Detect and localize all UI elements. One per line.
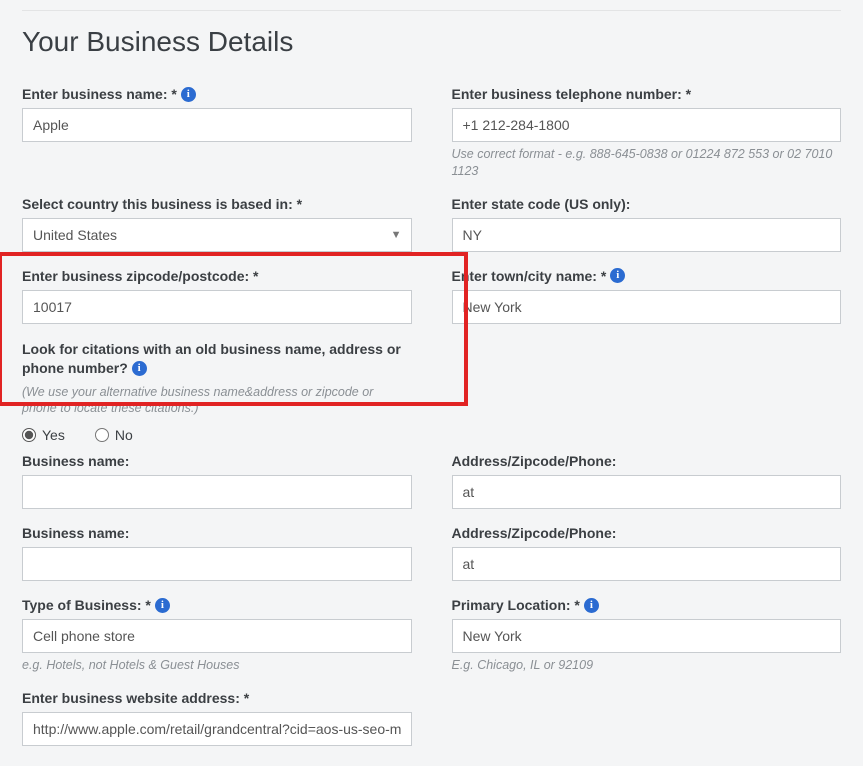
alt-name1-label: Business name: — [22, 453, 412, 469]
website-label: Enter business website address: * — [22, 690, 412, 706]
phone-input[interactable] — [452, 108, 842, 142]
info-icon[interactable]: i — [584, 598, 599, 613]
info-icon[interactable]: i — [610, 268, 625, 283]
citations-hint: (We use your alternative business name&a… — [22, 384, 412, 418]
info-icon[interactable]: i — [155, 598, 170, 613]
divider — [22, 10, 841, 11]
primary-label: Primary Location: * i — [452, 597, 842, 613]
addr2-input[interactable] — [452, 547, 842, 581]
alt-name1-input[interactable] — [22, 475, 412, 509]
type-input[interactable] — [22, 619, 412, 653]
info-icon[interactable]: i — [132, 361, 147, 376]
primary-input[interactable] — [452, 619, 842, 653]
type-hint: e.g. Hotels, not Hotels & Guest Houses — [22, 657, 412, 674]
alt-name2-label: Business name: — [22, 525, 412, 541]
phone-hint: Use correct format - e.g. 888-645-0838 o… — [452, 146, 842, 180]
state-label: Enter state code (US only): — [452, 196, 842, 212]
page-title: Your Business Details — [22, 26, 841, 58]
zip-input[interactable] — [22, 290, 412, 324]
city-input[interactable] — [452, 290, 842, 324]
info-icon[interactable]: i — [181, 87, 196, 102]
addr2-label: Address/Zipcode/Phone: — [452, 525, 842, 541]
city-label: Enter town/city name: * i — [452, 268, 842, 284]
addr1-input[interactable] — [452, 475, 842, 509]
primary-hint: E.g. Chicago, IL or 92109 — [452, 657, 842, 674]
state-input[interactable] — [452, 218, 842, 252]
zip-label: Enter business zipcode/postcode: * — [22, 268, 412, 284]
website-input[interactable] — [22, 712, 412, 746]
country-label: Select country this business is based in… — [22, 196, 412, 212]
alt-name2-input[interactable] — [22, 547, 412, 581]
citations-yes-radio[interactable] — [22, 428, 36, 442]
business-name-label: Enter business name: * i — [22, 86, 412, 102]
phone-label: Enter business telephone number: * — [452, 86, 842, 102]
citations-label: Look for citations with an old business … — [22, 340, 412, 378]
addr1-label: Address/Zipcode/Phone: — [452, 453, 842, 469]
type-label: Type of Business: * i — [22, 597, 412, 613]
citations-no-radio[interactable] — [95, 428, 109, 442]
citations-yes-option[interactable]: Yes — [22, 427, 65, 443]
country-select[interactable] — [22, 218, 412, 252]
citations-no-option[interactable]: No — [95, 427, 133, 443]
business-name-input[interactable] — [22, 108, 412, 142]
